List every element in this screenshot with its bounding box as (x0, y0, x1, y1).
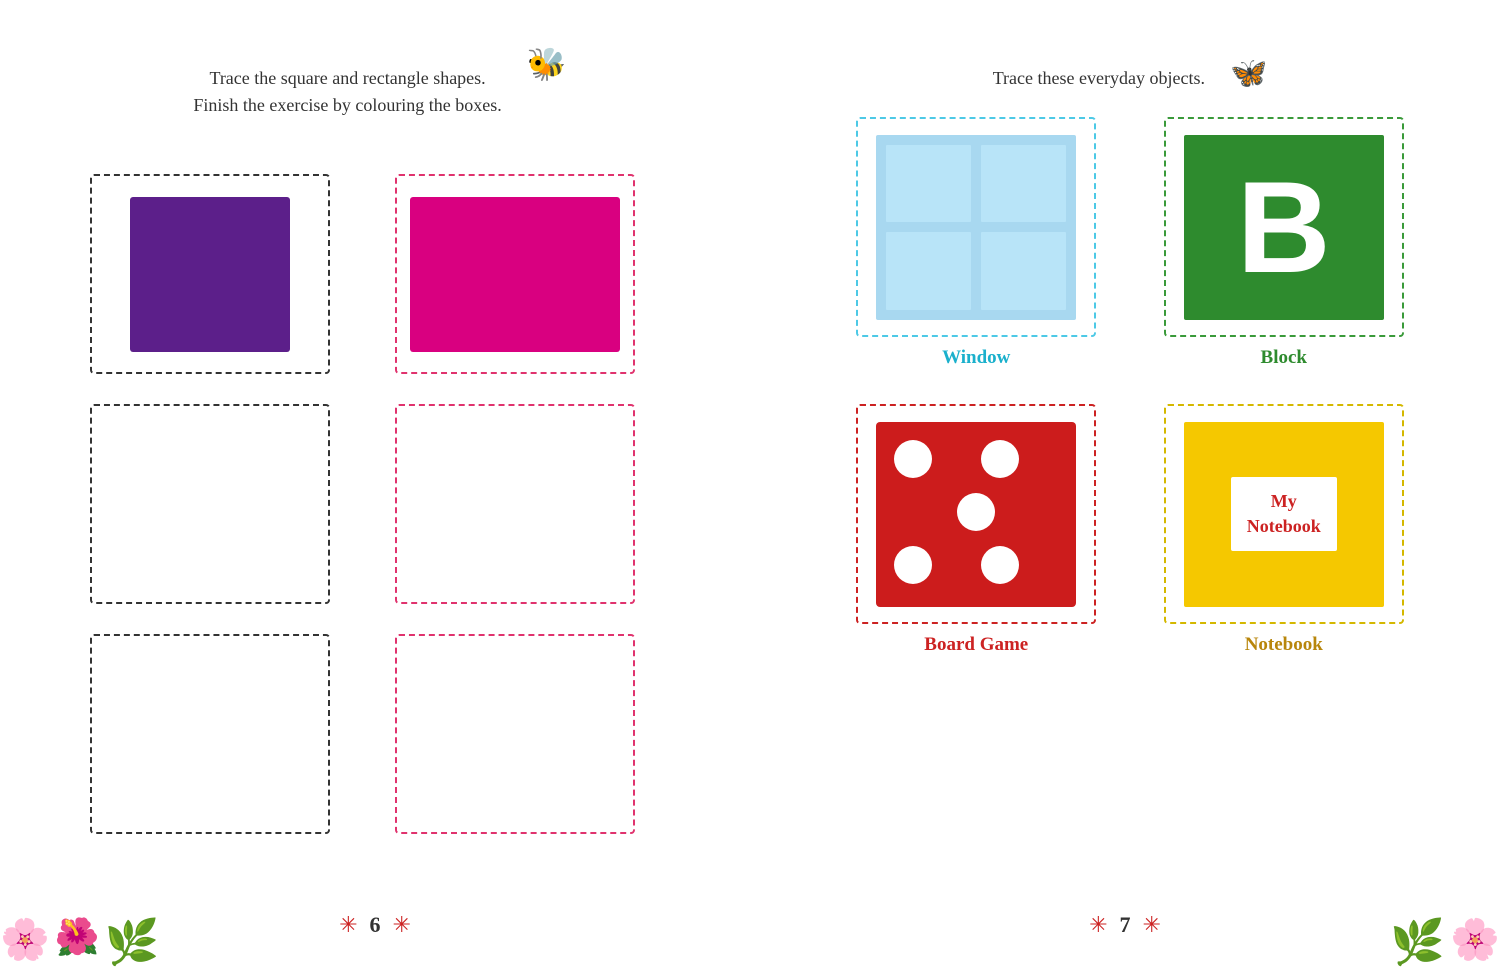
empty-square-box-1 (90, 404, 330, 604)
bee-icon: 🐝 (527, 45, 567, 83)
dot-center-wrapper (894, 493, 1058, 536)
flower-red-left: 🌺 (55, 916, 100, 968)
plant-right: 🌿 (1390, 916, 1445, 968)
magenta-rectangle-box (395, 174, 635, 374)
block-illustration: B (1184, 135, 1384, 320)
shapes-grid (90, 174, 670, 834)
block-letter-b: B (1237, 162, 1331, 292)
page-num-6: 6 (370, 912, 381, 938)
block-box: B (1164, 117, 1404, 337)
flower-blue-left: 🌸 (0, 916, 50, 968)
bottom-right-flowers: 🌿 🌸 (1390, 916, 1500, 968)
empty-rectangle-box-1 (395, 404, 635, 604)
page-number-left: ✳ 6 ✳ (339, 912, 411, 938)
instruction-line1: Trace the square and rectangle shapes. (209, 68, 485, 88)
asterisk-left-1: ✳ (339, 912, 357, 938)
notebook-cover-text: MyNotebook (1231, 477, 1337, 551)
board-game-label: Board Game (924, 634, 1028, 656)
left-instruction-row: Trace the square and rectangle shapes. F… (60, 55, 700, 149)
flower-blue-right: 🌸 (1450, 916, 1500, 968)
magenta-rectangle (410, 197, 620, 352)
empty-square-box-2 (90, 634, 330, 834)
right-instruction-row: Trace these everyday objects. 🦋 (810, 55, 1450, 92)
window-box (856, 117, 1096, 337)
objects-grid: Window B Block (840, 117, 1420, 656)
window-label: Window (942, 347, 1010, 369)
notebook-illustration: MyNotebook (1184, 422, 1384, 607)
board-game-box (856, 404, 1096, 624)
page-number-right: ✳ 7 ✳ (1089, 912, 1161, 938)
dot-center (957, 493, 995, 531)
block-label: Block (1261, 347, 1307, 369)
notebook-card: MyNotebook Notebook (1148, 404, 1421, 656)
right-instruction-text: Trace these everyday objects. (993, 65, 1205, 92)
dot-tl (894, 440, 932, 478)
bottom-left-flowers: 🌸 🌺 🌿 (0, 916, 159, 968)
empty-rectangle-box-2 (395, 634, 635, 834)
dot-br (981, 546, 1019, 584)
window-pane-2 (981, 145, 1066, 223)
purple-square-box (90, 174, 330, 374)
dot-tr (981, 440, 1019, 478)
window-illustration (876, 135, 1076, 320)
asterisk-right-2: ✳ (1143, 912, 1161, 938)
notebook-box: MyNotebook (1164, 404, 1404, 624)
dice-illustration (876, 422, 1076, 607)
window-card: Window (840, 117, 1113, 369)
window-pane-4 (981, 232, 1066, 310)
dot-bl (894, 546, 932, 584)
instruction-line2: Finish the exercise by colouring the box… (193, 95, 501, 115)
notebook-label: Notebook (1245, 634, 1323, 656)
butterfly-icon: 🦋 (1230, 56, 1267, 91)
purple-square (130, 197, 290, 352)
left-instruction-text: Trace the square and rectangle shapes. F… (193, 65, 501, 119)
block-card: B Block (1148, 117, 1421, 369)
right-instruction: Trace these everyday objects. (993, 68, 1205, 88)
asterisk-right-1: ✳ (1089, 912, 1107, 938)
left-page: Trace the square and rectangle shapes. F… (0, 0, 750, 968)
window-pane-3 (886, 232, 971, 310)
asterisk-left-2: ✳ (393, 912, 411, 938)
window-pane-1 (886, 145, 971, 223)
dice-dots (876, 422, 1076, 607)
right-page: Trace these everyday objects. 🦋 Window (750, 0, 1500, 968)
page-num-7: 7 (1120, 912, 1131, 938)
board-game-card: Board Game (840, 404, 1113, 656)
page-container: Trace the square and rectangle shapes. F… (0, 0, 1500, 968)
plant-left: 🌿 (105, 916, 160, 968)
